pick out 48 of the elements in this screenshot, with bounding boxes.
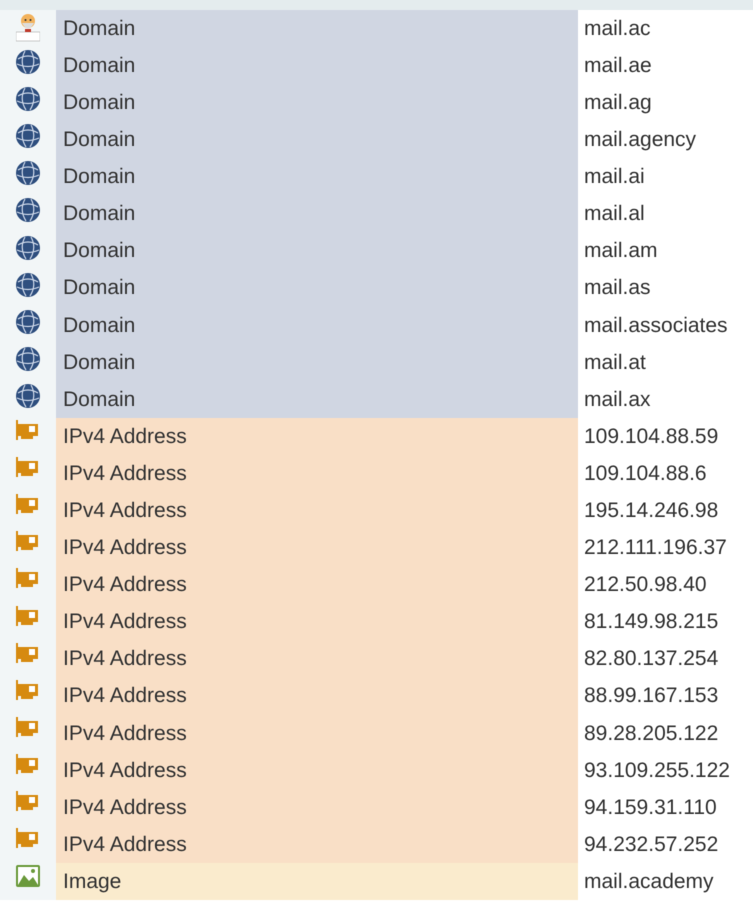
- type-cell: Domain: [56, 232, 578, 270]
- globe-icon: [15, 382, 41, 409]
- network-card-icon: [16, 494, 40, 516]
- type-cell: IPv4 Address: [56, 826, 578, 864]
- type-cell: Domain: [56, 84, 578, 122]
- type-cell: IPv4 Address: [56, 714, 578, 752]
- network-card-icon: [16, 680, 40, 702]
- type-cell: IPv4 Address: [56, 640, 578, 678]
- cartoon-figure-icon: [16, 12, 40, 42]
- type-cell: IPv4 Address: [56, 678, 578, 715]
- globe-icon: [15, 197, 41, 224]
- network-card-icon: [16, 754, 40, 776]
- globe-icon: [15, 86, 41, 112]
- type-cell: Domain: [56, 47, 578, 84]
- type-cell: Domain: [56, 158, 578, 196]
- type-cell: IPv4 Address: [56, 604, 578, 641]
- network-card-icon: [16, 606, 40, 628]
- network-card-icon: [16, 828, 40, 850]
- globe-icon: [15, 123, 41, 150]
- type-cell: IPv4 Address: [56, 418, 578, 456]
- type-cell: IPv4 Address: [56, 566, 578, 604]
- type-cell: Domain: [56, 121, 578, 158]
- network-card-icon: [16, 531, 40, 554]
- network-card-icon: [16, 790, 40, 813]
- type-cell: Domain: [56, 380, 578, 418]
- globe-icon: [15, 49, 41, 76]
- globe-icon: [15, 234, 41, 261]
- type-cell: IPv4 Address: [56, 455, 578, 492]
- network-card-icon: [16, 716, 40, 739]
- type-cell: Image: [56, 863, 578, 900]
- type-cell: Domain: [56, 270, 578, 307]
- image-icon: [16, 865, 40, 888]
- network-card-icon: [16, 568, 40, 590]
- type-cell: Domain: [56, 195, 578, 233]
- type-cell: IPv4 Address: [56, 752, 578, 789]
- type-cell: IPv4 Address: [56, 788, 578, 826]
- type-cell: IPv4 Address: [56, 529, 578, 566]
- type-cell: IPv4 Address: [56, 492, 578, 530]
- network-card-icon: [16, 457, 40, 480]
- globe-icon: [15, 346, 41, 372]
- type-cell: Domain: [56, 344, 578, 381]
- type-cell: Domain: [56, 10, 578, 48]
- network-card-icon: [16, 642, 40, 665]
- globe-icon: [15, 308, 41, 335]
- type-cell: Domain: [56, 306, 578, 344]
- network-card-icon: [16, 420, 40, 442]
- globe-icon: [15, 272, 41, 298]
- globe-icon: [15, 160, 41, 186]
